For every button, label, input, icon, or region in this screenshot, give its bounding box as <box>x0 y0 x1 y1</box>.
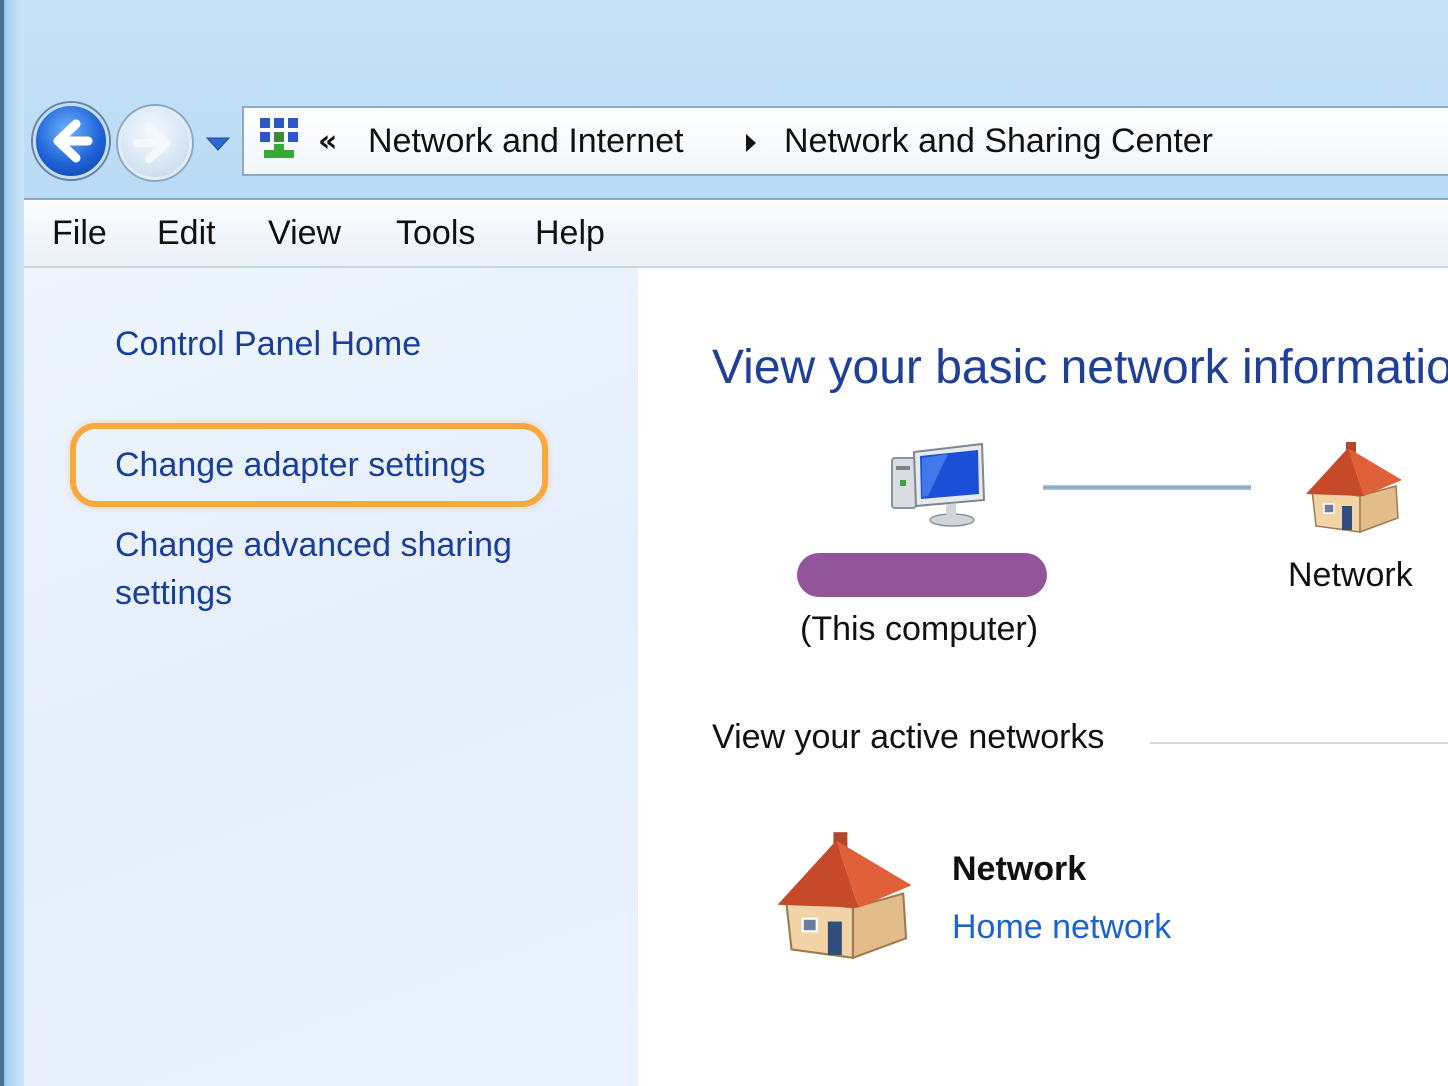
house-icon <box>777 832 912 960</box>
menu-view[interactable]: View <box>268 214 341 253</box>
menu-tools[interactable]: Tools <box>396 214 475 253</box>
section-divider <box>1150 742 1448 744</box>
house-icon[interactable] <box>1302 438 1408 536</box>
computer-name-redacted <box>797 553 1047 597</box>
back-button[interactable] <box>33 103 109 179</box>
breadcrumb-separator-icon[interactable] <box>744 132 758 154</box>
menu-edit[interactable]: Edit <box>157 214 216 253</box>
menu-help[interactable]: Help <box>535 214 605 253</box>
network-type-link[interactable]: Home network <box>952 908 1171 947</box>
menu-file[interactable]: File <box>52 214 107 253</box>
computer-icon[interactable] <box>888 440 988 532</box>
window-left-edge <box>0 0 4 1086</box>
control-panel-icon <box>260 118 298 158</box>
forward-arrow-icon <box>133 123 171 163</box>
breadcrumb-network-and-sharing-center[interactable]: Network and Sharing Center <box>784 122 1213 161</box>
menu-bar: File Edit View Tools Help <box>24 198 1448 268</box>
breadcrumb-network-and-internet[interactable]: Network and Internet <box>368 122 684 161</box>
control-panel-home-link[interactable]: Control Panel Home <box>115 320 421 368</box>
change-advanced-sharing-link[interactable]: Change advanced sharing <box>115 521 512 569</box>
forward-button[interactable] <box>118 106 192 180</box>
breadcrumb-overflow[interactable]: « <box>318 124 337 159</box>
chevron-down-icon[interactable] <box>204 134 232 154</box>
this-computer-label: (This computer) <box>800 610 1039 648</box>
address-bar[interactable]: « Network and Internet Network and Shari… <box>242 106 1448 176</box>
back-arrow-icon <box>53 119 93 163</box>
network-node-label: Network <box>1288 556 1413 594</box>
change-advanced-sharing-link-line2[interactable]: settings <box>115 569 232 617</box>
active-network-name: Network <box>952 850 1087 888</box>
task-pane <box>24 268 638 1086</box>
connection-line <box>1043 485 1251 490</box>
page-title: View your basic network informatio <box>712 341 1448 394</box>
active-networks-title: View your active networks <box>712 718 1105 756</box>
change-adapter-settings-link[interactable]: Change adapter settings <box>115 441 485 489</box>
